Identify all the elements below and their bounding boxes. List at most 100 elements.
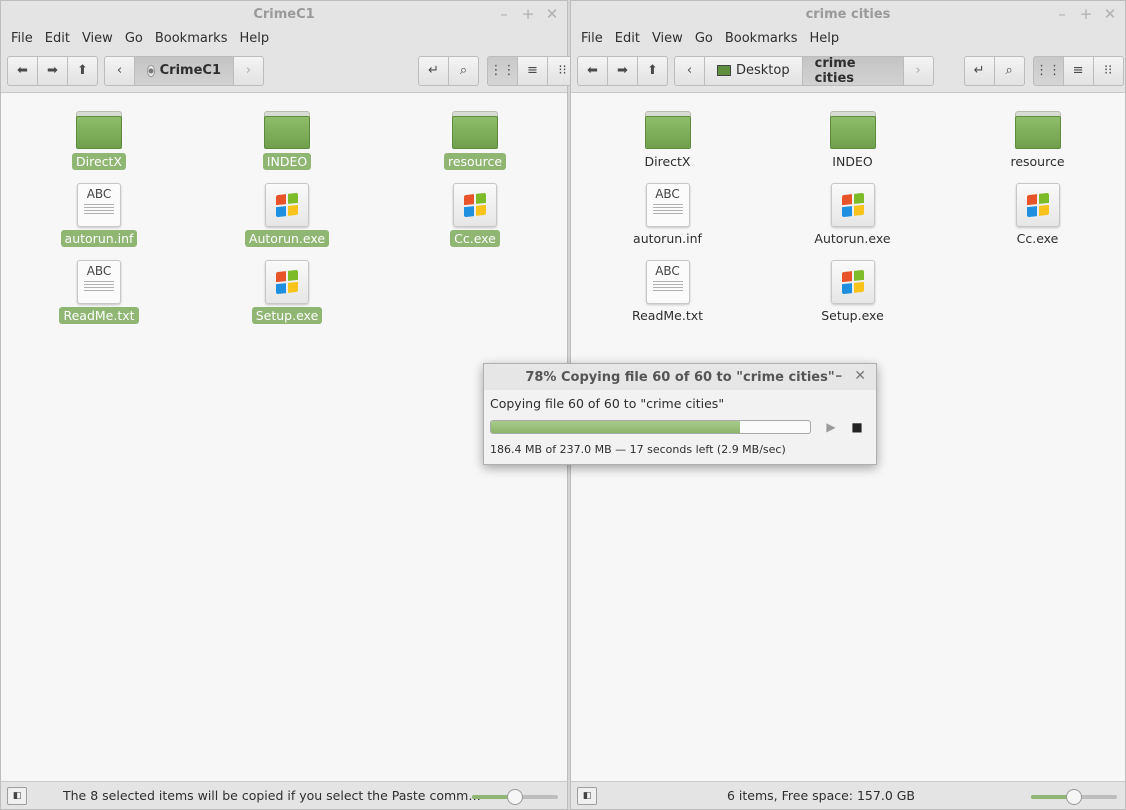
progress-bar — [490, 420, 811, 434]
sidebar-icon: ◧ — [582, 791, 592, 801]
file-item[interactable]: DirectX — [5, 105, 193, 176]
text-file-icon: ABC — [77, 183, 121, 227]
file-item[interactable]: resource — [945, 105, 1126, 176]
close-icon[interactable]: ✕ — [1103, 5, 1117, 23]
folder-icon — [1014, 111, 1061, 149]
file-item[interactable]: ABC autorun.inf — [5, 182, 193, 253]
menu-edit[interactable]: Edit — [609, 31, 646, 46]
status-message: The 8 selected items will be copied if y… — [63, 788, 481, 803]
minimize-icon[interactable]: – — [1055, 5, 1069, 23]
titlebar[interactable]: CrimeC1 – + ✕ — [1, 1, 567, 27]
file-item[interactable]: Cc.exe — [945, 182, 1126, 253]
menu-file[interactable]: File — [5, 31, 39, 46]
icon-view-button[interactable]: ⋮⋮ — [487, 55, 518, 86]
menu-go[interactable]: Go — [689, 31, 719, 46]
breadcrumb-next-button[interactable]: › — [233, 55, 264, 86]
arrow-right-icon: ➡ — [47, 63, 58, 78]
maximize-icon[interactable]: + — [1079, 5, 1093, 23]
location-toggle-button[interactable]: ↵ — [418, 55, 449, 86]
file-item[interactable]: INDEO — [193, 105, 381, 176]
dialog-title: 78% Copying file 60 of 60 to "crime citi… — [525, 369, 835, 385]
breadcrumb-prev-button[interactable]: ‹ — [104, 55, 135, 86]
zoom-slider[interactable] — [472, 789, 558, 805]
progress-fill — [491, 421, 740, 433]
location-toggle-button[interactable]: ↵ — [963, 55, 995, 86]
cancel-button[interactable]: ■ — [849, 419, 865, 435]
search-button[interactable]: ⌕ — [993, 55, 1025, 86]
compact-icon: ⁝⁝ — [1103, 63, 1113, 78]
text-file-icon: ABC — [645, 183, 690, 227]
menu-bookmarks[interactable]: Bookmarks — [149, 31, 234, 46]
file-item[interactable]: ABC autorun.inf — [575, 182, 760, 253]
minimize-icon[interactable]: – — [835, 368, 842, 384]
dialog-titlebar[interactable]: 78% Copying file 60 of 60 to "crime citi… — [484, 364, 876, 390]
menu-edit[interactable]: Edit — [39, 31, 76, 46]
menu-view[interactable]: View — [76, 31, 119, 46]
close-icon[interactable]: ✕ — [854, 368, 866, 384]
minimize-icon[interactable]: – — [497, 5, 511, 23]
file-item[interactable]: DirectX — [575, 105, 760, 176]
zoom-slider-knob[interactable] — [507, 789, 523, 805]
arrow-up-icon: ⬆ — [77, 63, 88, 78]
up-button[interactable]: ⬆ — [637, 55, 668, 86]
forward-button[interactable]: ➡ — [607, 55, 638, 86]
sidebar-toggle-button[interactable]: ◧ — [7, 787, 27, 805]
windows-exe-icon — [830, 183, 875, 227]
compact-view-button[interactable]: ⁝⁝ — [1092, 55, 1124, 86]
folder-icon — [829, 111, 876, 149]
menubar: File Edit View Go Bookmarks Help — [1, 27, 567, 49]
menu-help[interactable]: Help — [233, 31, 275, 46]
up-button[interactable]: ⬆ — [67, 55, 98, 86]
file-item[interactable]: resource — [381, 105, 569, 176]
statusbar: ◧ The 8 selected items will be copied if… — [1, 781, 567, 809]
chevron-left-icon: ‹ — [686, 63, 693, 78]
copy-progress-dialog: 78% Copying file 60 of 60 to "crime citi… — [483, 363, 877, 465]
folder-icon — [264, 111, 310, 149]
forward-button[interactable]: ➡ — [37, 55, 68, 86]
windows-exe-icon — [265, 183, 309, 227]
progress-detail: 186.4 MB of 237.0 MB — 17 seconds left (… — [490, 443, 786, 456]
menu-help[interactable]: Help — [803, 31, 845, 46]
search-button[interactable]: ⌕ — [448, 55, 479, 86]
breadcrumb-crime-cities[interactable]: crime cities — [801, 55, 904, 86]
menu-file[interactable]: File — [575, 31, 609, 46]
titlebar[interactable]: crime cities – + ✕ — [571, 1, 1125, 27]
disc-icon — [147, 64, 155, 77]
zoom-slider[interactable] — [1031, 789, 1117, 805]
desktop-icon — [717, 65, 731, 76]
search-icon: ⌕ — [1005, 63, 1013, 78]
menu-go[interactable]: Go — [119, 31, 149, 46]
text-file-icon: ABC — [77, 260, 121, 304]
file-item[interactable]: Setup.exe — [760, 259, 945, 330]
list-view-button[interactable]: ≡ — [1062, 55, 1094, 86]
zoom-slider-knob[interactable] — [1066, 789, 1082, 805]
menu-view[interactable]: View — [646, 31, 689, 46]
toolbar: ⬅ ➡ ⬆ ‹ Desktop crime cities › ↵ ⌕ ⋮⋮ ≡ … — [571, 49, 1125, 93]
file-item[interactable]: Setup.exe — [193, 259, 381, 330]
breadcrumb-crimec1[interactable]: CrimeC1 — [134, 55, 234, 86]
menu-bookmarks[interactable]: Bookmarks — [719, 31, 804, 46]
text-file-icon: ABC — [645, 260, 690, 304]
window-title: crime cities — [805, 6, 891, 22]
windows-exe-icon — [453, 183, 497, 227]
sidebar-toggle-button[interactable]: ◧ — [577, 787, 597, 805]
grid-icon: ⋮⋮ — [489, 63, 516, 78]
icon-view-button[interactable]: ⋮⋮ — [1032, 55, 1064, 86]
file-item[interactable]: Autorun.exe — [193, 182, 381, 253]
back-button[interactable]: ⬅ — [577, 55, 608, 86]
pause-button[interactable]: ▶ — [823, 419, 839, 435]
back-button[interactable]: ⬅ — [7, 55, 38, 86]
list-view-button[interactable]: ≡ — [517, 55, 548, 86]
breadcrumb-prev-button[interactable]: ‹ — [674, 55, 705, 86]
close-icon[interactable]: ✕ — [545, 5, 559, 23]
file-item[interactable]: INDEO — [760, 105, 945, 176]
file-item[interactable]: ABC ReadMe.txt — [575, 259, 760, 330]
file-item[interactable]: Cc.exe — [381, 182, 569, 253]
breadcrumb-desktop[interactable]: Desktop — [704, 55, 803, 86]
sidebar-icon: ◧ — [12, 791, 22, 801]
compact-icon: ⁝⁝ — [558, 63, 567, 78]
file-item[interactable]: ABC ReadMe.txt — [5, 259, 193, 330]
maximize-icon[interactable]: + — [521, 5, 535, 23]
breadcrumb-next-button[interactable]: › — [902, 55, 934, 86]
file-item[interactable]: Autorun.exe — [760, 182, 945, 253]
